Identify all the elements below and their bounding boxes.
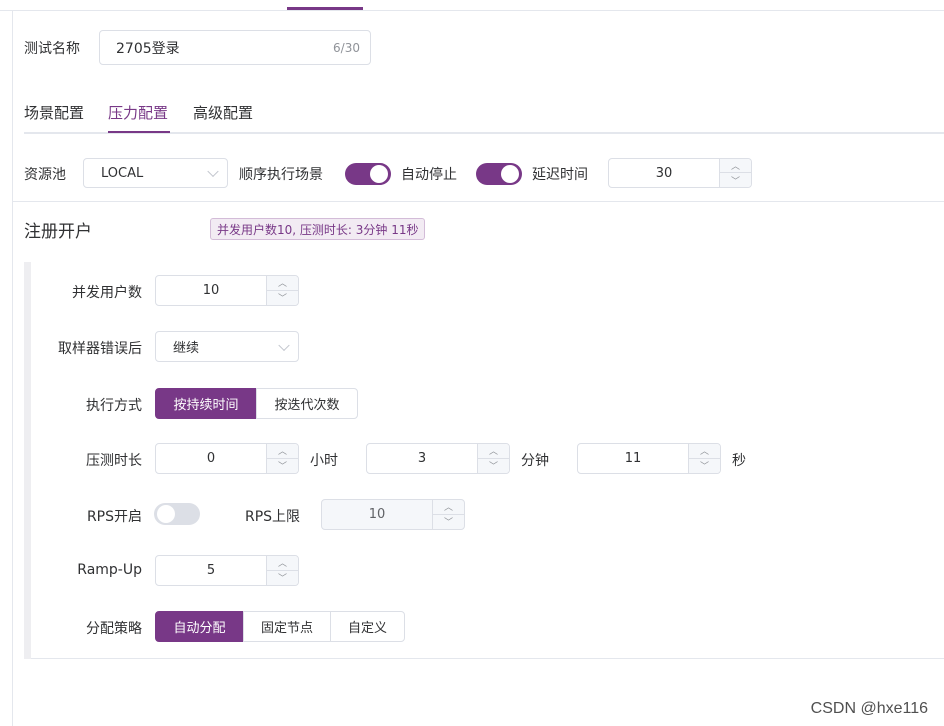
top-tab-active-indicator (287, 7, 363, 10)
minutes-input[interactable]: 3 ︿ ﹀ (366, 443, 510, 474)
rps-limit-value: 10 (368, 507, 386, 522)
concurrent-users-value: 10 (202, 283, 220, 298)
exec-mode-label: 执行方式 (86, 398, 142, 414)
tab-active-underline (108, 131, 170, 133)
resource-pool-select[interactable]: LOCAL (83, 158, 228, 188)
scenario-summary-tag: 并发用户数10, 压测时长: 3分钟 11秒 (210, 218, 426, 240)
auto-stop-switch[interactable] (476, 163, 522, 185)
switch-knob (501, 165, 519, 183)
rampup-value: 5 (206, 563, 216, 578)
decrease-icon[interactable]: ﹀ (689, 459, 720, 474)
sequential-switch[interactable] (345, 163, 391, 185)
hours-unit: 小时 (310, 453, 338, 469)
tab-pressure-config[interactable]: 压力配置 (108, 102, 168, 123)
decrease-icon: ﹀ (443, 518, 453, 529)
decrease-icon[interactable]: ﹀ (720, 173, 751, 187)
seconds-unit: 秒 (732, 453, 746, 469)
increase-icon: ︿ (433, 500, 464, 515)
sampler-error-label: 取样器错误后 (58, 341, 142, 357)
strategy-fixed-node[interactable]: 固定节点 (243, 611, 331, 642)
rampup-stepper: ︿ ﹀ (266, 556, 298, 585)
duration-label: 压测时长 (86, 453, 142, 469)
strategy-group: 自动分配 固定节点 自定义 (155, 611, 405, 642)
section-divider (12, 201, 944, 202)
test-name-value: 2705登录 (116, 40, 180, 57)
minutes-unit: 分钟 (521, 453, 549, 469)
left-border (12, 11, 13, 726)
increase-icon[interactable]: ︿ (267, 556, 298, 571)
panel-left-bar (24, 262, 31, 659)
decrease-icon[interactable]: ﹀ (478, 459, 509, 474)
decrease-icon[interactable]: ﹀ (267, 571, 298, 586)
increase-icon[interactable]: ︿ (267, 444, 298, 459)
sampler-error-select[interactable]: 继续 (155, 331, 299, 362)
hours-input[interactable]: 0 ︿ ﹀ (155, 443, 299, 474)
auto-stop-label: 自动停止 (401, 167, 457, 183)
delay-stepper: ︿ ﹀ (719, 159, 751, 187)
resource-pool-label: 资源池 (24, 167, 66, 183)
delay-label: 延迟时间 (532, 167, 588, 183)
seconds-input[interactable]: 11 ︿ ﹀ (577, 443, 721, 474)
seconds-stepper: ︿ ﹀ (688, 444, 720, 473)
decrease-icon[interactable]: ﹀ (267, 291, 298, 306)
test-name-input[interactable]: 2705登录 6/30 (99, 30, 371, 65)
rampup-label: Ramp-Up (77, 562, 142, 578)
delay-value: 30 (655, 165, 673, 181)
tab-advanced-config[interactable]: 高级配置 (193, 102, 253, 123)
minutes-value: 3 (417, 451, 427, 466)
strategy-auto[interactable]: 自动分配 (155, 611, 244, 642)
resource-pool-value: LOCAL (101, 165, 144, 181)
concurrent-users-stepper: ︿ ﹀ (266, 276, 298, 305)
switch-knob (370, 165, 388, 183)
increase-icon[interactable]: ︿ (478, 444, 509, 459)
strategy-label: 分配策略 (86, 621, 142, 637)
switch-knob (157, 505, 175, 523)
top-tab-strip (0, 0, 944, 11)
minutes-stepper: ︿ ﹀ (477, 444, 509, 473)
concurrent-users-label: 并发用户数 (72, 285, 142, 301)
watermark: CSDN @hxe116 (810, 700, 928, 717)
rps-enabled-switch[interactable] (154, 503, 200, 525)
concurrent-users-input[interactable]: 10 ︿ ﹀ (155, 275, 299, 306)
rampup-input[interactable]: 5 ︿ ﹀ (155, 555, 299, 586)
strategy-custom[interactable]: 自定义 (330, 611, 405, 642)
decrease-icon[interactable]: ﹀ (267, 459, 298, 474)
hours-value: 0 (206, 451, 216, 466)
rps-limit-stepper: ︿ ﹀ (432, 500, 464, 529)
rps-enabled-label: RPS开启 (86, 509, 142, 525)
test-name-label: 测试名称 (24, 41, 80, 57)
delay-input[interactable]: 30 ︿ ﹀ (608, 158, 752, 188)
test-name-char-count: 6/30 (333, 40, 360, 55)
rps-limit-input: 10 ︿ ﹀ (321, 499, 465, 530)
exec-mode-by-iterations[interactable]: 按迭代次数 (256, 388, 358, 419)
chevron-down-icon (278, 339, 290, 351)
chevron-down-icon (207, 165, 219, 178)
increase-icon[interactable]: ︿ (720, 159, 751, 173)
scenario-title: 注册开户 (24, 222, 92, 242)
hours-stepper: ︿ ﹀ (266, 444, 298, 473)
exec-mode-group: 按持续时间 按迭代次数 (155, 388, 358, 419)
tab-scene-config[interactable]: 场景配置 (24, 102, 84, 123)
sampler-error-value: 继续 (173, 341, 200, 356)
rps-limit-label: RPS上限 (245, 509, 301, 525)
increase-icon[interactable]: ︿ (689, 444, 720, 459)
exec-mode-by-duration[interactable]: 按持续时间 (155, 388, 257, 419)
seconds-value: 11 (624, 451, 642, 466)
sequential-label: 顺序执行场景 (239, 167, 323, 183)
increase-icon[interactable]: ︿ (267, 276, 298, 291)
